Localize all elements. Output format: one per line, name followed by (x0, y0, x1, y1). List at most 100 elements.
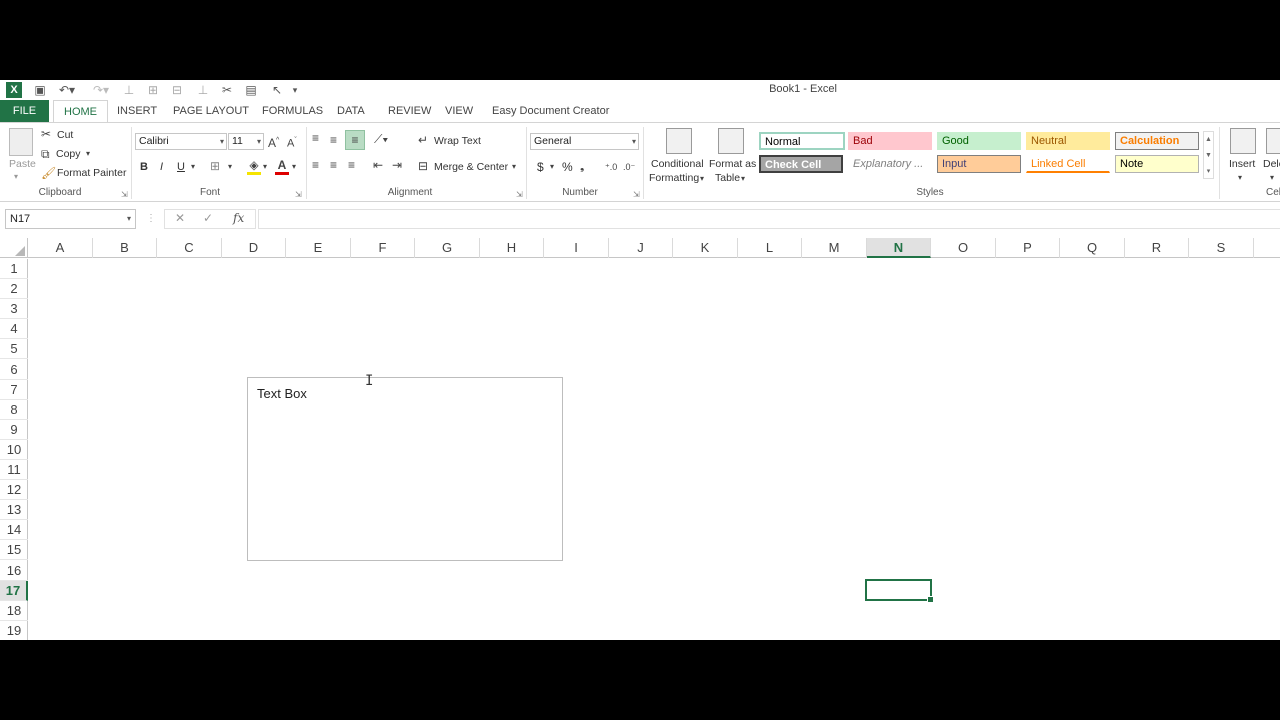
delete-cells-icon[interactable] (1266, 128, 1280, 154)
tab-page-layout[interactable]: PAGE LAYOUT (163, 100, 259, 122)
decrease-indent-icon[interactable]: ⇤ (373, 158, 383, 172)
row-header-3[interactable]: 3 (0, 299, 28, 320)
row-header-17[interactable]: 17 (0, 580, 28, 601)
tab-file[interactable]: FILE (0, 100, 49, 122)
font-size-dropdown[interactable]: 11 ▾ (228, 133, 264, 150)
fill-color-dropdown-icon[interactable]: ▾ (263, 160, 267, 174)
decrease-decimal-icon[interactable]: .0⁻ (623, 160, 635, 174)
copy-icon[interactable]: ⧉ (41, 147, 50, 161)
row-header-6[interactable]: 6 (0, 360, 28, 380)
style-input[interactable]: Input (937, 155, 1021, 173)
merge-center-dropdown-icon[interactable]: ▾ (512, 160, 516, 174)
text-box-content[interactable]: Text Box (257, 386, 307, 401)
cancel-icon[interactable]: ✕ (175, 211, 185, 225)
align-left-icon[interactable]: ≡ (312, 158, 319, 172)
text-box-shape[interactable]: Text Box (247, 377, 563, 561)
tab-data[interactable]: DATA (327, 100, 375, 122)
column-header-e[interactable]: E (286, 238, 351, 258)
underline-button[interactable]: U (177, 160, 185, 174)
paste-dropdown-icon[interactable]: ▾ (14, 170, 18, 184)
style-note[interactable]: Note (1115, 155, 1199, 173)
align-bottom-icon[interactable]: ≡ (345, 130, 365, 150)
row-header-19[interactable]: 19 (0, 621, 28, 640)
number-launcher-icon[interactable]: ⇲ (633, 190, 640, 199)
format-as-table-dropdown-icon[interactable]: ▾ (741, 172, 745, 186)
clipboard-launcher-icon[interactable]: ⇲ (121, 190, 128, 199)
borders-dropdown-icon[interactable]: ▾ (228, 160, 232, 174)
row-header-16[interactable]: 16 (0, 561, 28, 581)
number-format-dropdown[interactable]: General ▾ (530, 133, 639, 150)
increase-font-icon[interactable]: A^ (268, 134, 279, 150)
style-calculation[interactable]: Calculation (1115, 132, 1199, 150)
copy-button[interactable]: Copy (56, 147, 81, 161)
format-as-table-label-2[interactable]: Table (715, 171, 740, 185)
tab-review[interactable]: REVIEW (378, 100, 441, 122)
paste-button[interactable]: Paste (9, 157, 36, 171)
tab-easy-document-creator[interactable]: Easy Document Creator (482, 100, 619, 122)
column-header-a[interactable]: A (28, 238, 93, 258)
italic-button[interactable]: I (160, 160, 163, 174)
style-normal[interactable]: Normal (759, 132, 845, 150)
tab-view[interactable]: VIEW (435, 100, 483, 122)
row-header-5[interactable]: 5 (0, 339, 28, 360)
row-header-18[interactable]: 18 (0, 601, 28, 621)
column-header-l[interactable]: L (738, 238, 802, 258)
style-bad[interactable]: Bad (848, 132, 932, 150)
alignment-launcher-icon[interactable]: ⇲ (516, 190, 523, 199)
underline-dropdown-icon[interactable]: ▾ (191, 160, 195, 174)
row-header-4[interactable]: 4 (0, 319, 28, 340)
style-check-cell[interactable]: Check Cell (759, 155, 843, 173)
align-middle-icon[interactable]: ≡ (330, 133, 337, 147)
format-painter-icon[interactable]: 🖌 (41, 166, 56, 180)
merge-center-icon[interactable]: ⊟ (418, 159, 428, 173)
decrease-font-icon[interactable]: Aˇ (287, 134, 297, 151)
column-header-d[interactable]: D (222, 238, 286, 258)
comma-style-icon[interactable]: ❟ (580, 160, 584, 174)
style-explanatory[interactable]: Explanatory ... (848, 155, 932, 173)
row-header-15[interactable]: 15 (0, 540, 28, 561)
column-header-o[interactable]: O (931, 238, 996, 258)
font-color-icon[interactable]: A (275, 158, 289, 175)
insert-cells-button[interactable]: Insert (1229, 157, 1255, 171)
enter-icon[interactable]: ✓ (203, 211, 213, 225)
row-header-12[interactable]: 12 (0, 480, 28, 501)
column-header-g[interactable]: G (415, 238, 480, 258)
row-header-10[interactable]: 10 (0, 440, 28, 460)
column-header-n[interactable]: N (867, 238, 931, 258)
column-header-r[interactable]: R (1125, 238, 1189, 258)
copy-dropdown-icon[interactable]: ▾ (86, 147, 90, 161)
style-neutral[interactable]: Neutral (1026, 132, 1110, 150)
increase-indent-icon[interactable]: ⇥ (392, 158, 402, 172)
formula-input[interactable] (258, 209, 1280, 229)
row-header-1[interactable]: 1 (0, 259, 28, 279)
column-header-q[interactable]: Q (1060, 238, 1125, 258)
row-header-8[interactable]: 8 (0, 400, 28, 420)
conditional-formatting-label-1[interactable]: Conditional (651, 157, 704, 171)
conditional-formatting-icon[interactable] (666, 128, 692, 154)
font-launcher-icon[interactable]: ⇲ (295, 190, 302, 199)
column-header-i[interactable]: I (544, 238, 609, 258)
column-header-f[interactable]: F (351, 238, 415, 258)
tab-formulas[interactable]: FORMULAS (252, 100, 333, 122)
format-as-table-label-1[interactable]: Format as (709, 157, 756, 171)
bold-button[interactable]: B (140, 160, 148, 174)
row-header-14[interactable]: 14 (0, 520, 28, 541)
active-cell-selection[interactable] (865, 579, 934, 603)
cell-grid[interactable] (28, 259, 1280, 640)
tab-insert[interactable]: INSERT (107, 100, 167, 122)
delete-dropdown-icon[interactable]: ▾ (1270, 171, 1274, 185)
style-linked-cell[interactable]: Linked Cell (1026, 155, 1110, 173)
row-header-11[interactable]: 11 (0, 460, 28, 480)
align-center-icon[interactable]: ≡ (330, 158, 337, 172)
column-header-k[interactable]: K (673, 238, 738, 258)
column-header-p[interactable]: P (996, 238, 1060, 258)
conditional-formatting-label-2[interactable]: Formatting (649, 171, 699, 185)
insert-dropdown-icon[interactable]: ▾ (1238, 171, 1242, 185)
wrap-text-button[interactable]: Wrap Text (434, 134, 481, 148)
percent-button[interactable]: % (562, 160, 573, 174)
increase-decimal-icon[interactable]: ⁺.0 (605, 160, 617, 174)
column-header-m[interactable]: M (802, 238, 867, 258)
conditional-formatting-dropdown-icon[interactable]: ▾ (700, 172, 704, 186)
name-box[interactable]: N17 ▾ (5, 209, 136, 229)
insert-cells-icon[interactable] (1230, 128, 1256, 154)
